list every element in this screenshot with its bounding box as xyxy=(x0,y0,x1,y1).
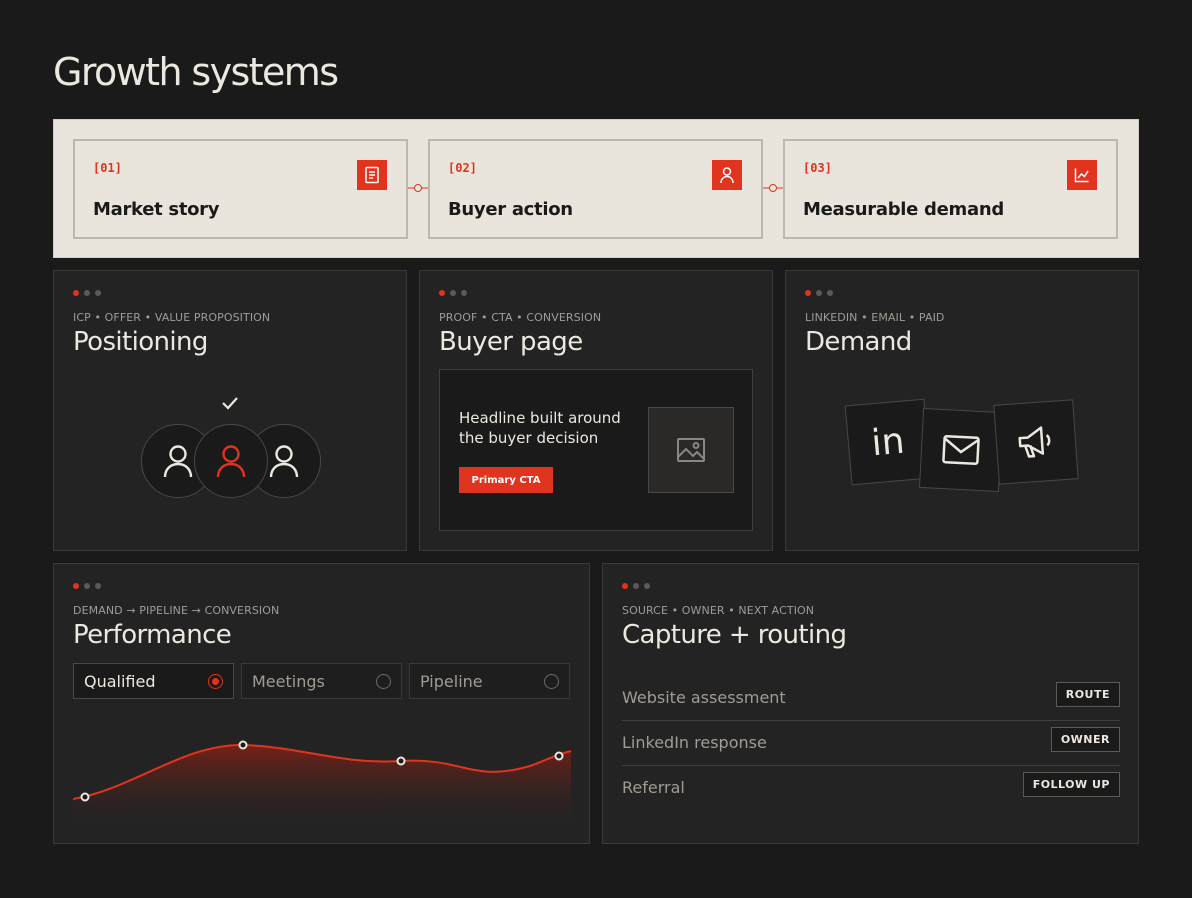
book-icon xyxy=(357,160,387,190)
step-title: Buyer action xyxy=(448,199,573,220)
user-icon xyxy=(712,160,742,190)
channel-email[interactable] xyxy=(918,407,1004,493)
flow-connector xyxy=(408,184,429,192)
data-point xyxy=(396,756,406,766)
image-placeholder xyxy=(648,407,734,493)
tab-label: Meetings xyxy=(252,671,325,691)
source-label: Website assessment xyxy=(622,688,786,707)
tab-label: Qualified xyxy=(84,671,156,691)
window-dots xyxy=(622,583,650,589)
card-title: Capture + routing xyxy=(622,620,847,650)
user-icon xyxy=(269,445,299,478)
routing-row[interactable]: Referral FOLLOW UP xyxy=(622,766,1120,811)
channel-linkedin[interactable]: in xyxy=(844,398,932,486)
flow-step-measurable-demand[interactable]: [03] Measurable demand xyxy=(783,139,1118,239)
card-eyebrow: DEMAND → PIPELINE → CONVERSION xyxy=(73,604,280,617)
step-number: [01] xyxy=(93,161,122,175)
window-dots xyxy=(439,290,467,296)
check-icon xyxy=(221,395,239,414)
flow-step-buyer-action[interactable]: [02] Buyer action xyxy=(428,139,763,239)
step-title: Market story xyxy=(93,199,220,220)
landing-page-mockup: Headline built around the buyer decision… xyxy=(439,369,753,531)
card-title: Buyer page xyxy=(439,327,583,357)
megaphone-icon xyxy=(1018,426,1051,458)
user-icon xyxy=(163,445,193,478)
radio-unselected xyxy=(376,673,391,689)
window-dots xyxy=(73,290,101,296)
email-icon xyxy=(942,434,980,466)
primary-cta-button[interactable]: Primary CTA xyxy=(459,467,553,493)
action-tag[interactable]: OWNER xyxy=(1050,727,1120,752)
mock-headline: Headline built around the buyer decision xyxy=(459,409,621,447)
chart-icon xyxy=(1067,160,1097,190)
positioning-card: ICP • OFFER • VALUE PROPOSITION Position… xyxy=(53,270,407,551)
step-number: [02] xyxy=(448,161,477,175)
source-label: LinkedIn response xyxy=(622,733,767,752)
window-dots xyxy=(73,583,101,589)
action-tag[interactable]: ROUTE xyxy=(1055,682,1120,707)
card-title: Demand xyxy=(805,327,912,357)
card-eyebrow: ICP • OFFER • VALUE PROPOSITION xyxy=(73,311,271,324)
radio-unselected xyxy=(544,673,559,689)
channel-paid[interactable] xyxy=(993,399,1079,485)
tab-label: Pipeline xyxy=(420,671,483,691)
routing-row[interactable]: Website assessment ROUTE xyxy=(622,676,1120,721)
card-eyebrow: PROOF • CTA • CONVERSION xyxy=(439,311,602,324)
image-icon xyxy=(677,438,705,462)
data-point xyxy=(80,792,90,802)
window-dots xyxy=(805,290,833,296)
page-title: Growth systems xyxy=(53,50,339,94)
card-eyebrow: SOURCE • OWNER • NEXT ACTION xyxy=(622,604,815,617)
performance-card: DEMAND → PIPELINE → CONVERSION Performan… xyxy=(53,563,590,844)
growth-flow: [01] Market story [02] Buyer action [03]… xyxy=(53,119,1139,258)
flow-connector xyxy=(763,184,784,192)
action-tag[interactable]: FOLLOW UP xyxy=(1022,772,1120,797)
routing-card: SOURCE • OWNER • NEXT ACTION Capture + r… xyxy=(602,563,1139,844)
radio-selected xyxy=(208,673,223,689)
step-title: Measurable demand xyxy=(803,199,1004,220)
user-icon xyxy=(216,445,246,478)
source-label: Referral xyxy=(622,778,685,797)
linkedin-icon: in xyxy=(869,420,907,464)
routing-row[interactable]: LinkedIn response OWNER xyxy=(622,721,1120,766)
tab-pipeline[interactable]: Pipeline xyxy=(409,663,570,699)
data-point xyxy=(554,751,564,761)
persona-avatar-selected[interactable] xyxy=(194,424,268,498)
card-title: Performance xyxy=(73,620,232,650)
card-title: Positioning xyxy=(73,327,208,357)
tab-meetings[interactable]: Meetings xyxy=(241,663,402,699)
buyer-page-card: PROOF • CTA • CONVERSION Buyer page Head… xyxy=(419,270,773,551)
tab-qualified[interactable]: Qualified xyxy=(73,663,234,699)
data-point xyxy=(238,740,248,750)
trend-chart xyxy=(73,740,571,829)
trend-area xyxy=(73,744,571,829)
flow-step-market-story[interactable]: [01] Market story xyxy=(73,139,408,239)
demand-card: LINKEDIN • EMAIL • PAID Demand in xyxy=(785,270,1139,551)
step-number: [03] xyxy=(803,161,832,175)
card-eyebrow: LINKEDIN • EMAIL • PAID xyxy=(805,311,945,324)
